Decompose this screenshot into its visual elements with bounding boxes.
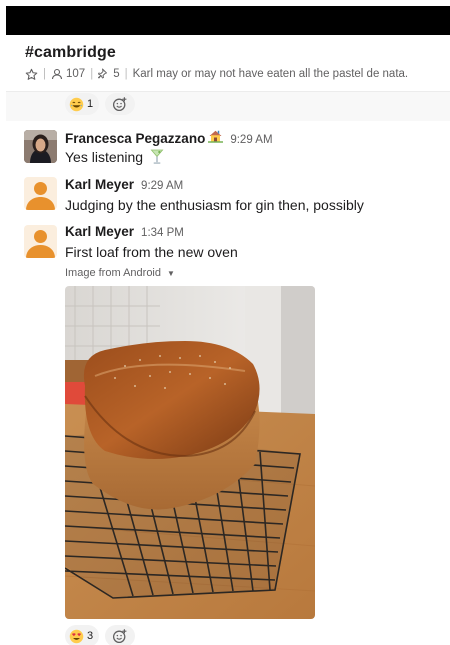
avatar-karl[interactable] xyxy=(24,225,57,258)
meta-divider: | xyxy=(90,68,94,80)
channel-header: #cambridge | 107 | 5 | Karl may or may n… xyxy=(25,44,445,80)
reaction-laughing[interactable]: 1 xyxy=(65,93,100,115)
add-reaction-button[interactable] xyxy=(105,93,135,115)
avatar-karl[interactable] xyxy=(24,177,57,210)
meta-divider: | xyxy=(124,68,128,80)
add-reaction-icon xyxy=(112,629,127,644)
message-body: Yes listening xyxy=(65,149,144,165)
meta-divider: | xyxy=(43,68,46,80)
add-reaction-button[interactable] xyxy=(105,625,135,645)
add-reaction-icon xyxy=(112,97,127,112)
cocktail-emoji xyxy=(150,149,164,164)
message-body: First loaf from the new oven xyxy=(65,244,238,260)
member-count[interactable]: 107 xyxy=(66,68,85,80)
star-icon[interactable] xyxy=(25,68,38,81)
author-name[interactable]: Francesca Pegazzano xyxy=(65,131,205,146)
message-body: Judging by the enthusiasm for gin then, … xyxy=(65,197,364,213)
image-attachment-label[interactable]: Image from Android ▼ xyxy=(65,267,175,279)
pin-icon[interactable] xyxy=(98,68,110,80)
pinned-count[interactable]: 5 xyxy=(113,68,119,80)
author-name[interactable]: Karl Meyer xyxy=(65,224,134,239)
house-emoji xyxy=(208,130,224,143)
message-time[interactable]: 9:29 AM xyxy=(230,134,272,146)
message-text: Yes listening xyxy=(65,149,164,165)
message-time[interactable]: 9:29 AM xyxy=(141,180,183,192)
reaction-heart-eyes[interactable]: 3 xyxy=(65,625,100,645)
bread-photo[interactable] xyxy=(65,286,315,619)
author-name[interactable]: Karl Meyer xyxy=(65,177,134,192)
member-icon[interactable] xyxy=(51,68,63,80)
image-label-text: Image from Android xyxy=(65,267,161,279)
channel-title[interactable]: #cambridge xyxy=(25,44,445,62)
reaction-count: 3 xyxy=(87,630,94,642)
reaction-count: 1 xyxy=(87,98,94,110)
message-header: Francesca Pegazzano 9:29 AM xyxy=(65,129,273,146)
channel-meta: | 107 | 5 | Karl may or may not have eat… xyxy=(25,66,408,82)
message-time[interactable]: 1:34 PM xyxy=(141,227,184,239)
avatar-francesca[interactable] xyxy=(24,130,57,163)
message-header: Karl Meyer 1:34 PM xyxy=(65,224,184,239)
message-header: Karl Meyer 9:29 AM xyxy=(65,177,183,192)
laughing-emoji xyxy=(69,97,84,111)
top-bar xyxy=(6,6,450,35)
heart-eyes-emoji xyxy=(69,629,84,643)
channel-topic[interactable]: Karl may or may not have eaten all the p… xyxy=(133,68,409,80)
caret-down-icon[interactable]: ▼ xyxy=(167,269,175,278)
